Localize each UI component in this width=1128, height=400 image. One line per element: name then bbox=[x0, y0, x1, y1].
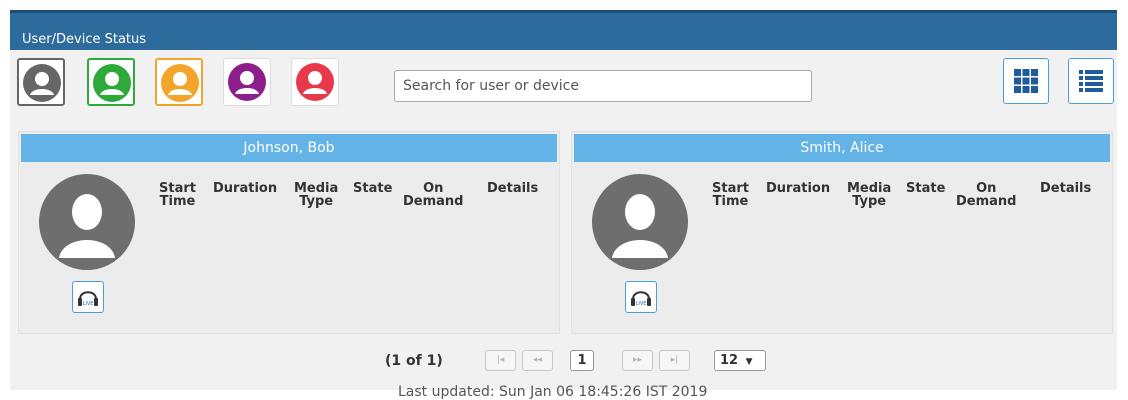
column-header: Details bbox=[487, 181, 539, 196]
live-listen-button[interactable]: LIVE bbox=[72, 281, 104, 313]
next-page-button[interactable]: ▸▸ bbox=[622, 350, 653, 371]
user-card: Johnson, Bob LIVE Start Time Duration Media … bbox=[18, 131, 560, 334]
filter-busy-button[interactable]: ✓ bbox=[155, 58, 203, 106]
list-view-icon bbox=[1079, 70, 1103, 92]
headphones-icon: LIVE bbox=[78, 291, 98, 307]
search-input[interactable] bbox=[394, 70, 812, 102]
avatar-icon bbox=[592, 174, 688, 270]
checkmark-icon: ✓ bbox=[191, 93, 199, 103]
grid-view-button[interactable] bbox=[1003, 58, 1049, 104]
live-label: LIVE bbox=[636, 301, 647, 307]
column-header: State bbox=[353, 181, 393, 196]
grid-view-icon bbox=[1014, 69, 1038, 93]
last-page-button[interactable]: ▸| bbox=[659, 350, 690, 371]
rows-per-page-select[interactable]: 12 ▼ bbox=[714, 350, 766, 371]
column-header: Start Time bbox=[712, 181, 749, 209]
filter-all-users-button[interactable]: ✓ bbox=[17, 58, 65, 106]
column-header: Media Type bbox=[294, 181, 339, 209]
filter-offline-button[interactable] bbox=[291, 58, 339, 106]
page-number-button[interactable]: 1 bbox=[570, 350, 594, 371]
chevron-down-icon: ▼ bbox=[745, 357, 753, 367]
column-header: Media Type bbox=[847, 181, 892, 209]
avatar-icon bbox=[39, 174, 135, 270]
user-status-icon bbox=[296, 63, 334, 101]
panel-title-bar: User/Device Status bbox=[10, 10, 1117, 50]
pagination-bar: (1 of 1) |◂ ◂◂ 1 ▸▸ ▸| 12 ▼ Last updated… bbox=[10, 340, 1117, 400]
live-listen-button[interactable]: LIVE bbox=[625, 281, 657, 313]
column-header: Duration bbox=[213, 181, 278, 196]
filter-away-button[interactable] bbox=[223, 58, 271, 106]
column-header: Details bbox=[1040, 181, 1092, 196]
rows-per-page-value: 12 bbox=[720, 353, 739, 368]
headphones-icon: LIVE bbox=[631, 291, 651, 307]
user-device-status-panel: User/Device Status ✓✓✓ Johnson, BobLIVES… bbox=[10, 10, 1117, 400]
user-status-icon bbox=[228, 63, 266, 101]
last-updated-text: Last updated: Sun Jan 06 18:45:26 IST 20… bbox=[398, 384, 708, 400]
checkmark-icon: ✓ bbox=[123, 93, 131, 103]
toolbar: ✓ ✓ ✓ bbox=[10, 50, 1117, 130]
first-page-button[interactable]: |◂ bbox=[485, 350, 516, 371]
card-header-name: Johnson, Bob bbox=[21, 134, 557, 162]
card-header-name: Smith, Alice bbox=[574, 134, 1110, 162]
column-header: On Demand bbox=[403, 181, 464, 209]
column-header: Start Time bbox=[159, 181, 196, 209]
user-card: Smith, Alice LIVE Start Time Duration Media … bbox=[571, 131, 1113, 334]
panel-title: User/Device Status bbox=[22, 32, 147, 47]
list-view-button[interactable] bbox=[1068, 58, 1114, 104]
filter-available-button[interactable]: ✓ bbox=[87, 58, 135, 106]
column-header: On Demand bbox=[956, 181, 1017, 209]
column-header: Duration bbox=[766, 181, 831, 196]
prev-page-button[interactable]: ◂◂ bbox=[522, 350, 553, 371]
column-header: State bbox=[906, 181, 946, 196]
page-info: (1 of 1) bbox=[385, 353, 443, 369]
checkmark-icon: ✓ bbox=[53, 93, 61, 103]
live-label: LIVE bbox=[83, 301, 94, 307]
